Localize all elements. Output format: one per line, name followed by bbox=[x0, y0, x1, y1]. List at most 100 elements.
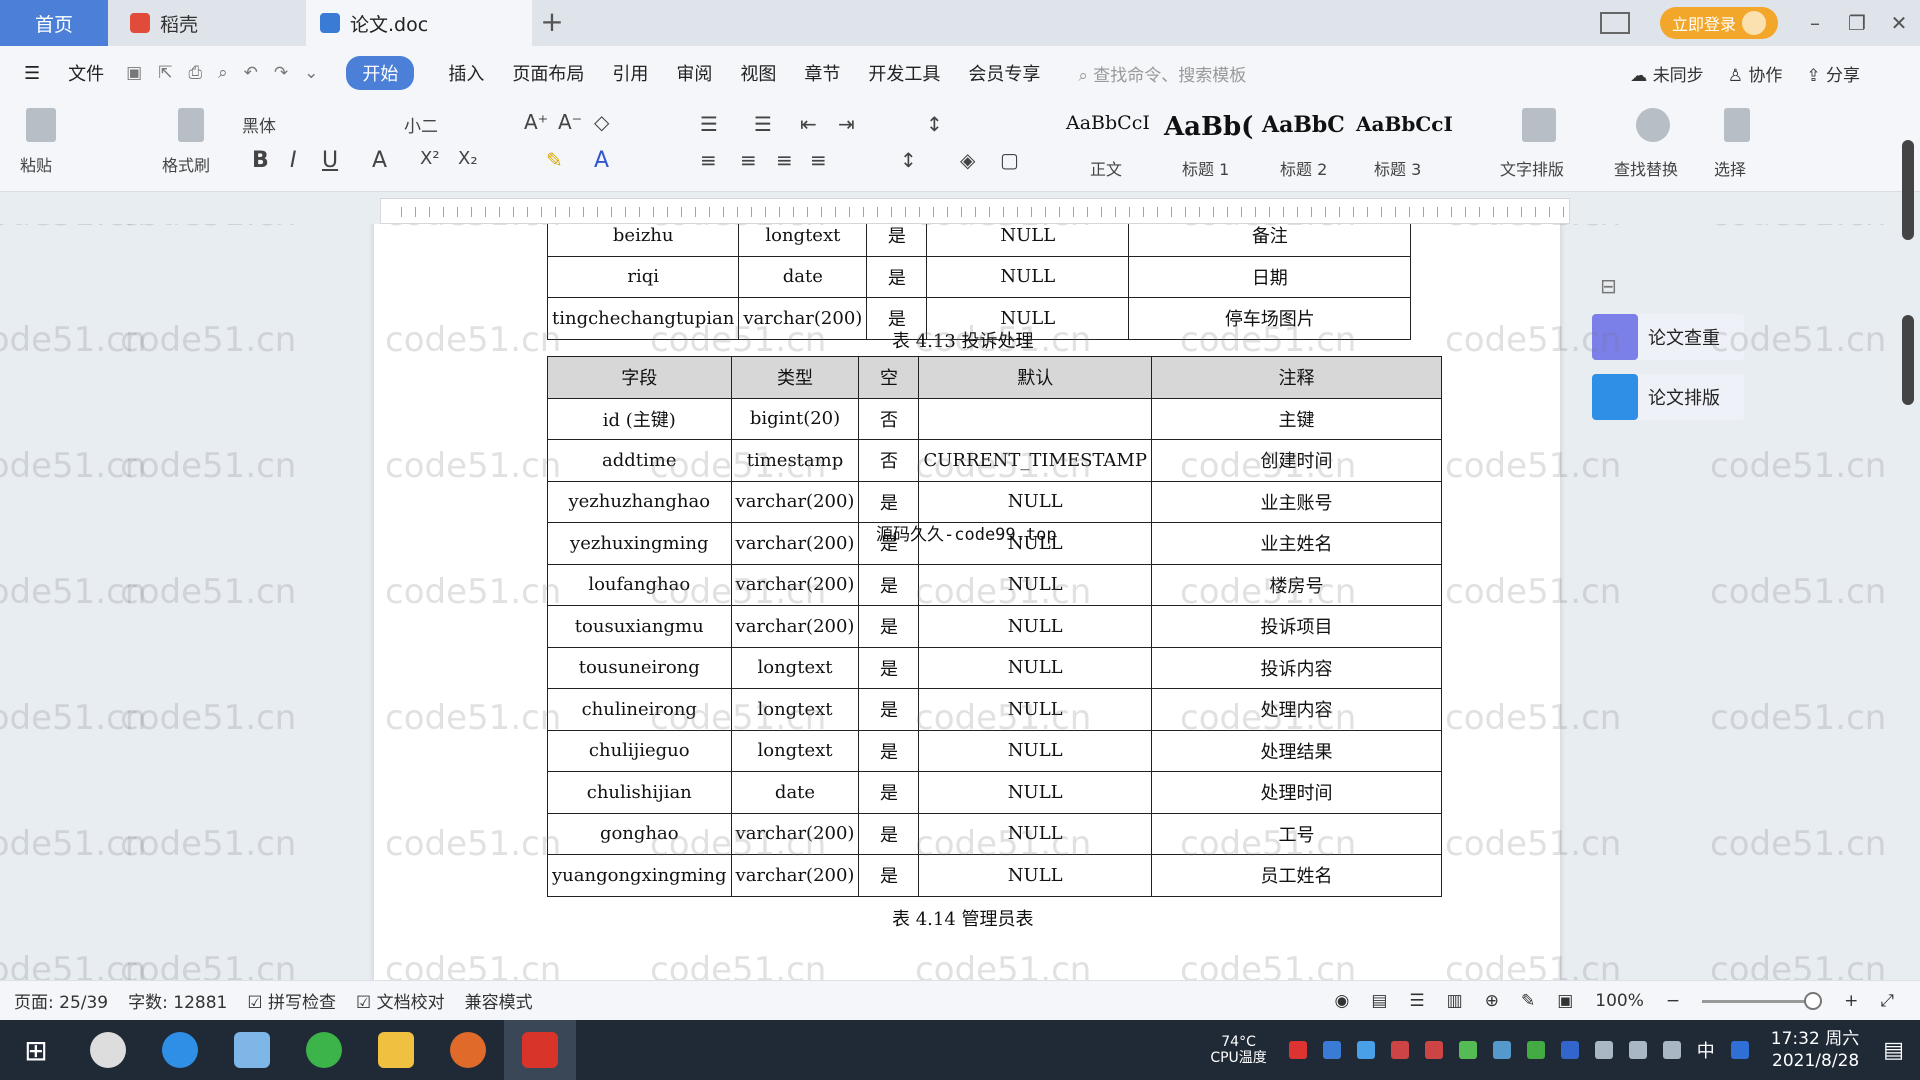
line-spacing-icon[interactable]: ↕ bbox=[900, 148, 917, 172]
tab-document[interactable]: 论文.doc bbox=[306, 0, 532, 46]
save-icon[interactable]: ▣ bbox=[126, 63, 142, 83]
start-button[interactable]: ⊞ bbox=[0, 1020, 72, 1080]
new-tab-button[interactable]: + bbox=[536, 6, 568, 38]
indent-decrease-icon[interactable]: ⇤ bbox=[800, 112, 817, 136]
battery-icon[interactable] bbox=[1594, 1041, 1613, 1059]
menu-view[interactable]: 视图 bbox=[726, 60, 790, 86]
menu-page-layout[interactable]: 页面布局 bbox=[498, 60, 598, 86]
read-view-icon[interactable]: ▥ bbox=[1447, 991, 1463, 1011]
minimize-icon[interactable]: – bbox=[1794, 11, 1836, 35]
vertical-scrollbar[interactable] bbox=[1902, 140, 1914, 740]
tray-app-icon[interactable] bbox=[1458, 1041, 1477, 1059]
taskbar-wps[interactable] bbox=[504, 1020, 576, 1080]
align-right-icon[interactable]: ≡ bbox=[776, 148, 793, 172]
find-replace-button[interactable]: 查找替换 bbox=[1614, 156, 1678, 180]
tab-home[interactable]: 首页 bbox=[0, 0, 108, 46]
underline-icon[interactable]: U bbox=[322, 148, 338, 173]
menu-file[interactable]: 文件 bbox=[54, 60, 118, 86]
zoom-knob[interactable] bbox=[1804, 991, 1823, 1010]
tray-app-icon[interactable] bbox=[1492, 1041, 1511, 1059]
text-layout-button[interactable]: 文字排版 bbox=[1500, 156, 1564, 180]
page-indicator[interactable]: 页面: 25/39 bbox=[14, 988, 108, 1013]
restore-icon[interactable]: ❐ bbox=[1836, 11, 1878, 35]
cpu-temp[interactable]: 74°C CPU温度 bbox=[1210, 1034, 1266, 1066]
taskbar-ie[interactable] bbox=[144, 1020, 216, 1080]
style-normal-preview[interactable]: AaBbCcI bbox=[1066, 112, 1150, 134]
align-center-icon[interactable]: ≡ bbox=[740, 148, 757, 172]
volume-icon[interactable] bbox=[1662, 1041, 1681, 1059]
preview-icon[interactable]: ⌕ bbox=[218, 63, 228, 83]
outline-view-icon[interactable]: ☰ bbox=[1409, 991, 1424, 1011]
style-heading1-preview[interactable]: AaBb( bbox=[1164, 112, 1253, 142]
font-color-icon[interactable]: A bbox=[594, 148, 609, 173]
hamburger-icon[interactable]: ☰ bbox=[10, 63, 54, 84]
network-icon[interactable] bbox=[1628, 1041, 1647, 1059]
paper-check-button[interactable]: 论文查重 bbox=[1592, 314, 1744, 360]
tab-daoke[interactable]: 稻壳 bbox=[112, 0, 302, 46]
justify-icon[interactable]: ≡ bbox=[810, 148, 827, 172]
sort-icon[interactable]: ↕ bbox=[926, 112, 943, 136]
spell-check-button[interactable]: ☑ 拼写检查 bbox=[247, 988, 336, 1013]
text-layout-icon[interactable] bbox=[1522, 108, 1556, 142]
paste-icon[interactable] bbox=[26, 108, 56, 142]
strikethrough-icon[interactable]: A bbox=[372, 148, 387, 173]
select-cursor-icon[interactable] bbox=[1724, 108, 1750, 142]
format-painter-icon[interactable] bbox=[178, 108, 204, 142]
bold-icon[interactable]: B bbox=[252, 148, 269, 173]
taskbar-app-3[interactable] bbox=[216, 1020, 288, 1080]
tray-app-icon[interactable] bbox=[1730, 1041, 1749, 1059]
proofread-button[interactable]: ☑ 文档校对 bbox=[356, 988, 445, 1013]
tray-app-icon[interactable] bbox=[1526, 1041, 1545, 1059]
taskbar-app-1[interactable] bbox=[72, 1020, 144, 1080]
page-view-icon[interactable]: ▤ bbox=[1371, 991, 1387, 1011]
tray-app-icon[interactable] bbox=[1424, 1041, 1443, 1059]
select-button[interactable]: 选择 bbox=[1714, 156, 1746, 180]
taskbar-wechat[interactable] bbox=[288, 1020, 360, 1080]
bluetooth-icon[interactable] bbox=[1560, 1041, 1579, 1059]
fit-page-icon[interactable]: ▣ bbox=[1557, 991, 1573, 1011]
scrollbar-thumb[interactable] bbox=[1902, 140, 1914, 240]
document-area[interactable]: beizhu longtext 是 NULL 备注 riqi date 是 NULL 日期 ting… bbox=[0, 224, 1920, 980]
edit-icon[interactable]: ✎ bbox=[1521, 991, 1535, 1011]
font-family-select[interactable]: 黑体 bbox=[242, 112, 276, 137]
menu-start[interactable]: 开始 bbox=[346, 56, 415, 90]
menu-section[interactable]: 章节 bbox=[790, 60, 854, 86]
shading-icon[interactable]: ◈ bbox=[960, 148, 975, 172]
zoom-out-icon[interactable]: − bbox=[1666, 991, 1680, 1011]
zoom-slider[interactable] bbox=[1702, 991, 1823, 1010]
web-view-icon[interactable]: ⊕ bbox=[1485, 991, 1499, 1011]
tray-app-icon[interactable] bbox=[1322, 1041, 1341, 1059]
scrollbar-thumb-secondary[interactable] bbox=[1902, 315, 1914, 405]
taskbar-explorer[interactable] bbox=[360, 1020, 432, 1080]
paper-format-button[interactable]: 论文排版 bbox=[1592, 374, 1744, 420]
print-icon[interactable]: ⎙ bbox=[188, 63, 202, 83]
grow-font-icon[interactable]: A⁺ bbox=[524, 110, 548, 134]
undo-icon[interactable]: ↶ bbox=[244, 63, 258, 83]
horizontal-ruler[interactable] bbox=[380, 198, 1570, 224]
zoom-level[interactable]: 100% bbox=[1595, 991, 1644, 1011]
notification-icon[interactable]: ▤ bbox=[1883, 1038, 1904, 1063]
document-page[interactable]: beizhu longtext 是 NULL 备注 riqi date 是 NULL 日期 ting… bbox=[374, 224, 1560, 980]
close-icon[interactable]: ✕ bbox=[1878, 11, 1920, 35]
menu-references[interactable]: 引用 bbox=[598, 60, 662, 86]
style-heading3-preview[interactable]: AaBbCcI bbox=[1356, 112, 1453, 136]
clear-format-icon[interactable]: ◇ bbox=[594, 110, 609, 134]
numbered-list-icon[interactable]: ☰ bbox=[754, 112, 772, 136]
command-search[interactable]: ⌕ 查找命令、搜索模板 bbox=[1078, 61, 1246, 86]
align-left-icon[interactable]: ≡ bbox=[700, 148, 717, 172]
find-replace-icon[interactable] bbox=[1636, 108, 1670, 142]
indent-increase-icon[interactable]: ⇥ bbox=[838, 112, 855, 136]
border-icon[interactable]: ▢ bbox=[1000, 148, 1019, 172]
collab-button[interactable]: ♙ 协作 bbox=[1728, 61, 1783, 86]
paste-button[interactable]: 粘贴 bbox=[20, 152, 52, 176]
menu-insert[interactable]: 插入 bbox=[434, 60, 498, 86]
share-button[interactable]: ⇪ 分享 bbox=[1806, 61, 1860, 86]
sync-button[interactable]: ☁ 未同步 bbox=[1630, 61, 1703, 86]
tray-app-icon[interactable] bbox=[1390, 1041, 1409, 1059]
quick-access-chevron-icon[interactable]: ⌄ bbox=[304, 63, 318, 83]
zoom-in-icon[interactable]: + bbox=[1844, 991, 1858, 1011]
style-heading2-preview[interactable]: AaBbC bbox=[1262, 112, 1345, 138]
menu-member[interactable]: 会员专享 bbox=[954, 60, 1054, 86]
tray-app-icon[interactable] bbox=[1288, 1041, 1307, 1059]
collapse-icon[interactable]: ⊟ bbox=[1600, 274, 1617, 298]
